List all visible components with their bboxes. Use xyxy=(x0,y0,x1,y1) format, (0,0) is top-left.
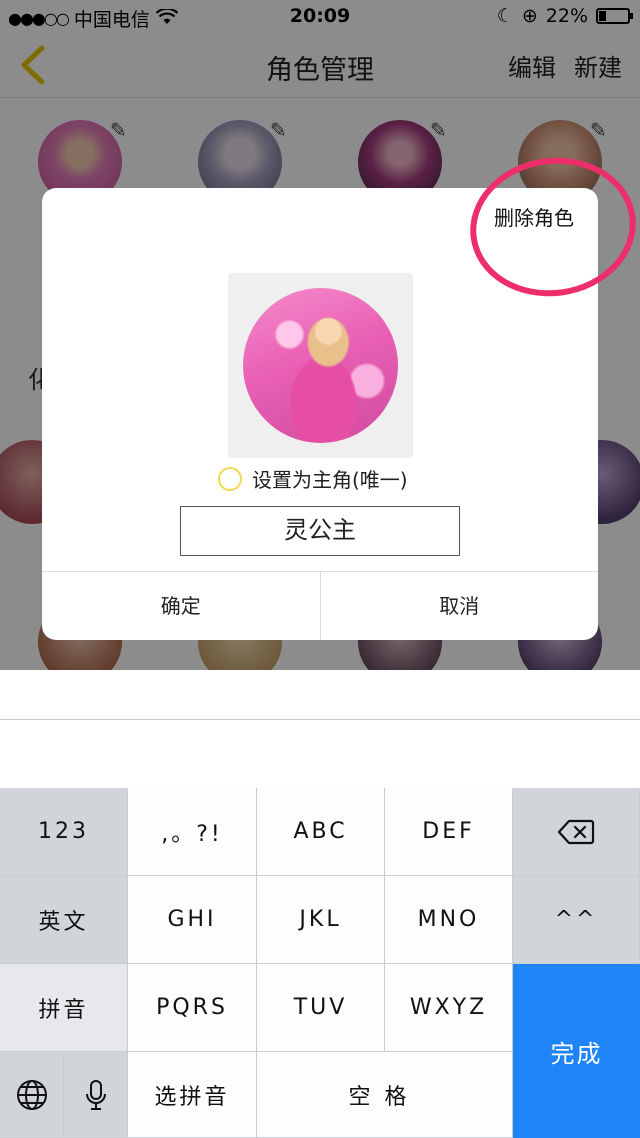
done-key[interactable]: 完成 xyxy=(513,964,640,1138)
key-def[interactable]: DEF xyxy=(385,788,513,876)
main-role-option[interactable]: 设置为主角(唯一) xyxy=(218,464,408,493)
key-emoticon[interactable]: ^^ xyxy=(513,876,640,964)
keyboard: 123 ,。?! ABC DEF 英文 GHI JKL MNO ^^ 拼音 PQ… xyxy=(0,788,640,1138)
backspace-key[interactable] xyxy=(513,788,640,876)
cancel-button[interactable]: 取消 xyxy=(321,572,599,640)
key-wxyz[interactable]: WXYZ xyxy=(385,964,513,1052)
microphone-key[interactable] xyxy=(64,1052,128,1138)
backspace-icon xyxy=(557,819,595,844)
key-english[interactable]: 英文 xyxy=(0,876,128,964)
space-key[interactable]: 空格 xyxy=(257,1052,513,1138)
key-select-pinyin[interactable]: 选拼音 xyxy=(128,1052,257,1138)
key-mno[interactable]: MNO xyxy=(385,876,513,964)
main-role-label: 设置为主角(唯一) xyxy=(252,468,408,492)
key-pqrs[interactable]: PQRS xyxy=(128,964,257,1052)
key-pinyin[interactable]: 拼音 xyxy=(0,964,128,1052)
microphone-icon xyxy=(85,1079,106,1110)
key-ghi[interactable]: GHI xyxy=(128,876,257,964)
role-name-input[interactable]: 灵公主 xyxy=(180,506,460,556)
key-jkl[interactable]: JKL xyxy=(257,876,385,964)
key-abc[interactable]: ABC xyxy=(257,788,385,876)
radio-circle-icon[interactable] xyxy=(218,466,242,491)
globe-icon xyxy=(16,1079,47,1110)
globe-key[interactable] xyxy=(0,1052,64,1138)
key-123[interactable]: 123 xyxy=(0,788,128,876)
candidate-bar xyxy=(0,720,640,788)
dialog-actions: 确定 取消 xyxy=(42,571,598,640)
key-punctuation[interactable]: ,。?! xyxy=(128,788,257,876)
input-bar xyxy=(0,670,640,720)
avatar-picker[interactable] xyxy=(228,273,413,458)
key-tuv[interactable]: TUV xyxy=(257,964,385,1052)
confirm-button[interactable]: 确定 xyxy=(42,572,321,640)
role-avatar-image xyxy=(243,288,398,443)
